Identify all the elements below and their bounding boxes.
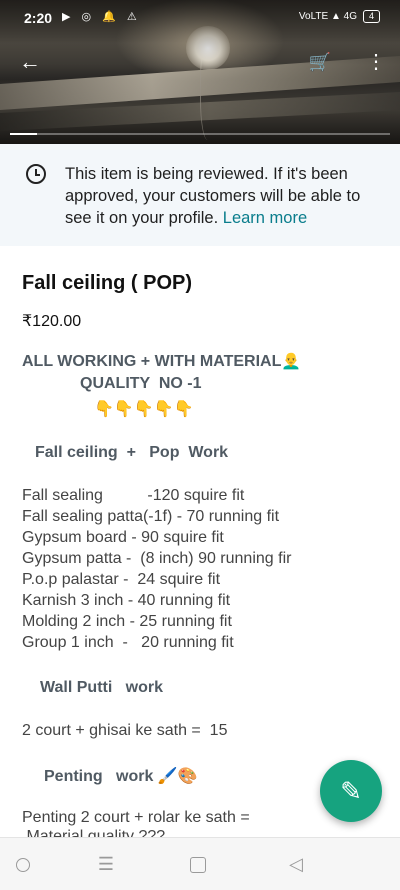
rate-line: Molding 2 inch - 25 running fit [22,613,232,630]
rate-line: Karnish 3 inch - 40 running fit [22,592,231,609]
review-notice-text: This item is being reviewed. If it's bee… [65,163,385,229]
description-headline: ALL WORKING + WITH MATERIAL👨‍🦲 [22,353,302,370]
section-fall-ceiling: Fall ceiling + Pop Work [35,444,229,461]
network-icon: VoLTE ▲ 4G [298,11,357,22]
notice-message: This item is being reviewed. If it's bee… [65,165,361,227]
rate-line: P.o.p palastar - 24 squire fit [22,571,221,588]
section-wall-putti: Wall Putti work [40,679,163,696]
system-back-icon[interactable]: ◁ [284,854,308,875]
clock-icon [26,164,46,184]
recent-apps-icon[interactable]: ☰ [94,854,118,875]
image-progress-track [10,133,390,135]
more-options-icon[interactable]: ⋮ [362,48,390,76]
home-icon[interactable] [190,857,206,873]
assistant-icon[interactable] [16,858,30,872]
pencil-icon: ✎ [340,776,362,806]
putti-rate-line: 2 court + ghisai ke sath = 15 [22,722,228,739]
learn-more-link[interactable]: Learn more [223,209,307,227]
back-arrow-icon[interactable]: ← [16,48,44,76]
status-time: 2:20 [24,10,53,26]
review-notice: This item is being reviewed. If it's bee… [0,144,400,246]
image-progress-fill [10,133,37,135]
description-quality: QUALITY NO -1 [80,375,202,392]
rate-line: Group 1 inch - 20 running fit [22,634,234,651]
edit-button[interactable]: ✎ [320,760,382,822]
rate-line: Gypsum patta - (8 inch) 90 running fir [22,550,292,567]
rate-line: Fall sealing patta(-1f) - 70 running fit [22,508,280,525]
status-bar: 2:20 ▶ ◎ 🔔 ⚠ VoLTE ▲ 4G 4 [0,0,400,34]
battery-icon: 4 [362,10,380,23]
cart-icon[interactable]: 🛒 [306,48,334,76]
notification-icons: ▶ ◎ 🔔 ⚠ [62,11,141,23]
description-pointers: 👇👇👇👇👇 [94,401,194,418]
rate-line: Gypsum board - 90 squire fit [22,529,224,546]
penting-rate-line: Penting 2 court + rolar ke sath = [22,809,250,826]
system-navbar: ☰ ◁ [0,837,400,890]
section-penting: Penting work 🖌️🎨 [44,768,198,785]
material-quality-line: Material quality ??? [22,828,166,837]
product-price: ₹120.00 [22,313,82,330]
status-right: VoLTE ▲ 4G 4 [299,10,380,23]
rate-line: Fall sealing -120 squire fit [22,487,245,504]
product-title: Fall ceiling ( POP) [22,272,193,294]
